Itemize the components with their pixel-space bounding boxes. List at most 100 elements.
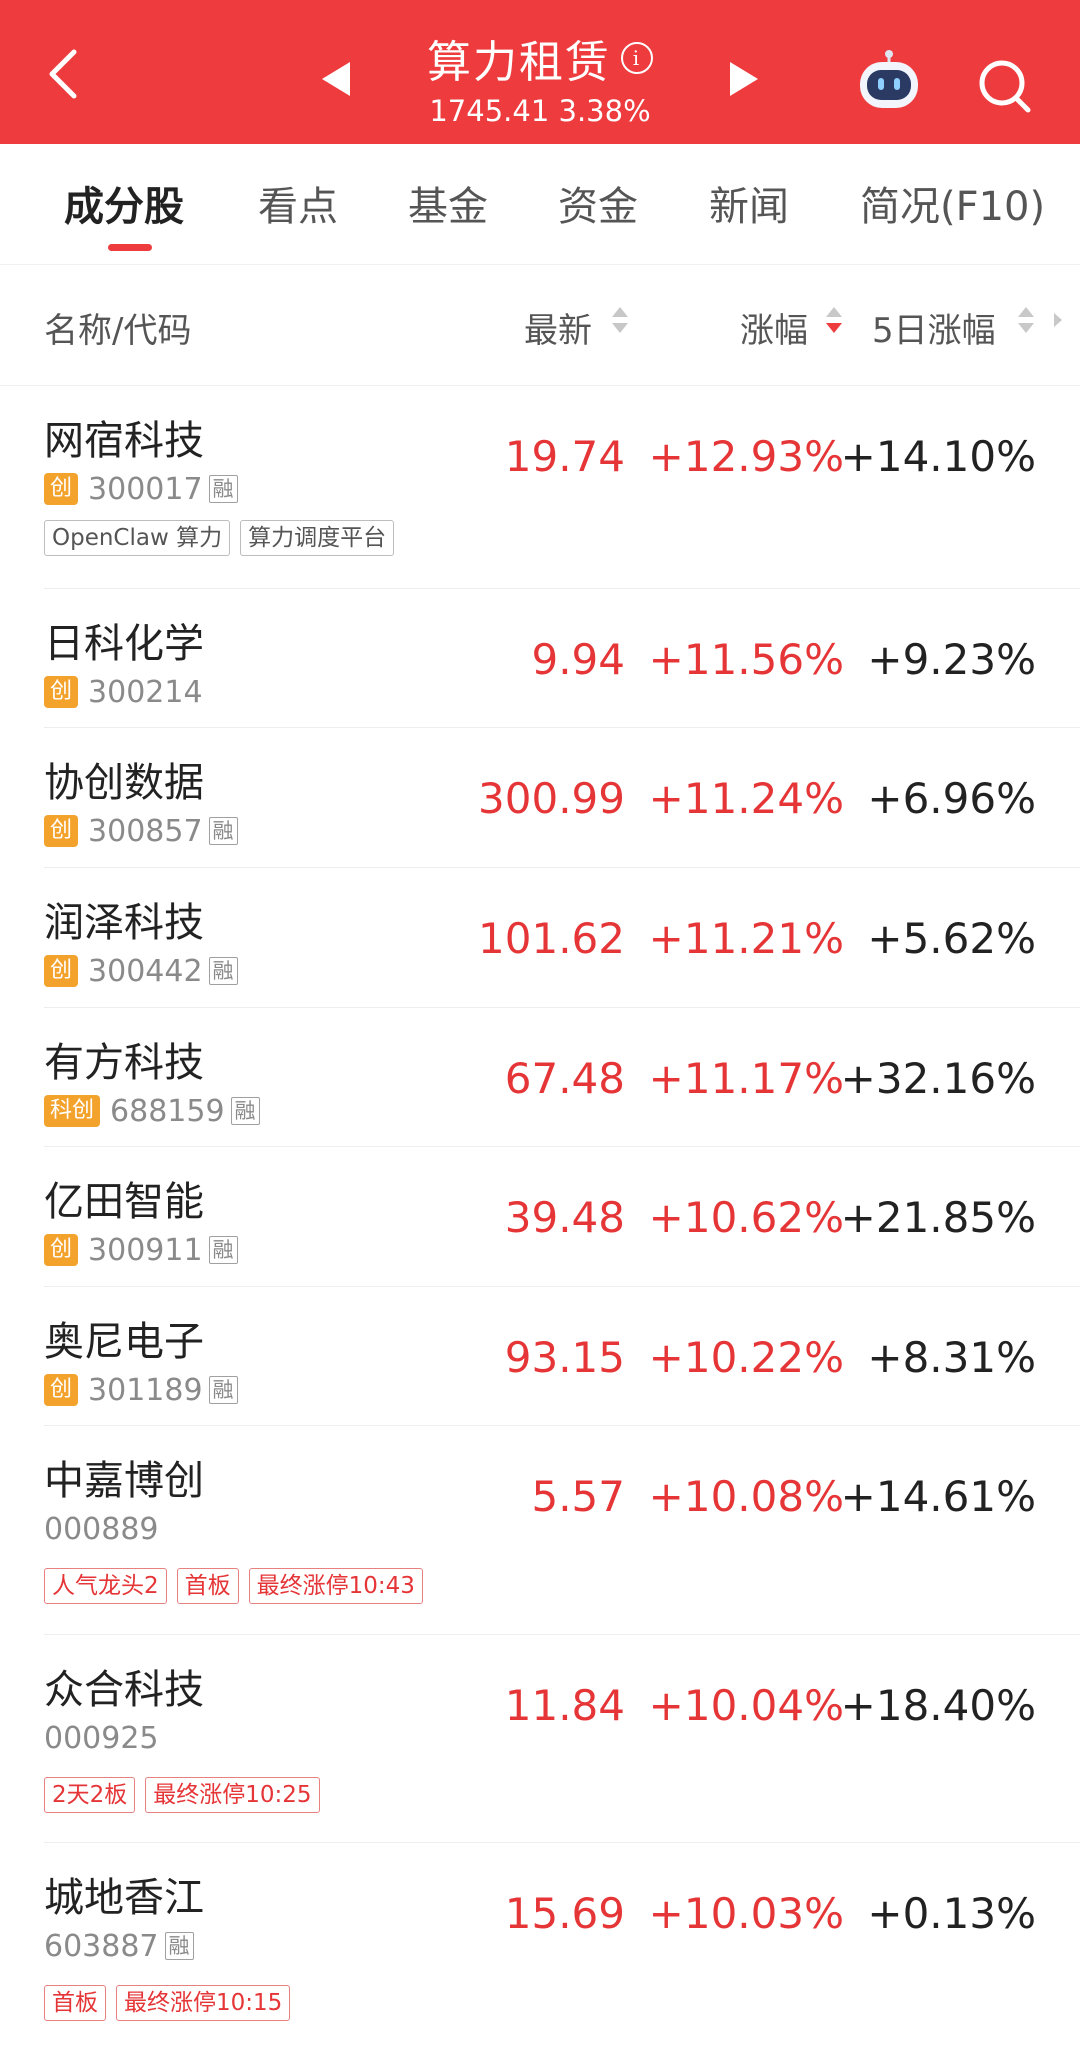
code-line: 科创 688159 融 <box>44 1094 260 1129</box>
stock-tag[interactable]: 2天2板 <box>44 1777 136 1813</box>
change-5d-pct: +21.85% <box>840 1193 1036 1242</box>
stock-row[interactable]: 协创数据创 300857 融 300.99 +11.24% +6.96% <box>0 728 1080 868</box>
stock-code: 300214 <box>88 674 203 710</box>
stock-tag[interactable]: 最终涨停10:25 <box>145 1777 320 1813</box>
last-price: 93.15 <box>504 1333 625 1382</box>
tag-list: 首板 最终涨停10:15 <box>44 1985 300 2021</box>
code-line: 创 300214 <box>44 674 203 710</box>
stock-name: 亿田智能 <box>44 1179 204 1225</box>
last-price: 101.62 <box>478 914 625 963</box>
stock-tag[interactable]: 首板 <box>176 1568 239 1604</box>
change-pct: +11.56% <box>648 635 844 684</box>
stock-code: 300911 <box>88 1232 203 1268</box>
active-tab-indicator <box>108 244 152 251</box>
margin-badge: 融 <box>208 957 238 985</box>
last-price: 9.94 <box>531 635 625 684</box>
change-pct: +10.08% <box>648 1472 844 1521</box>
code-line: 创 300857 融 <box>44 814 238 849</box>
col-change[interactable]: 涨幅 <box>740 303 808 352</box>
info-icon[interactable]: i <box>621 42 653 74</box>
search-icon[interactable] <box>976 56 1032 116</box>
code-line: 000925 <box>44 1721 159 1756</box>
tab-news[interactable]: 新闻 <box>709 174 789 232</box>
col-name-code: 名称/代码 <box>44 311 192 351</box>
last-price: 67.48 <box>504 1054 625 1103</box>
last-price: 300.99 <box>478 774 625 823</box>
stock-tag[interactable]: 最终涨停10:43 <box>248 1568 423 1604</box>
board-badge: 创 <box>44 676 79 708</box>
stock-row[interactable]: 有方科技 科创 688159 融 67.48 +11.17% +32.16% <box>0 1008 1080 1147</box>
stock-row[interactable]: 网宿科技创 300017 融 19.74 +12.93% +14.10% OpenClaw … <box>0 386 1080 589</box>
change-5d-pct: +0.13% <box>867 1889 1036 1938</box>
change-5d-pct: +8.31% <box>867 1333 1036 1382</box>
board-badge: 创 <box>44 815 79 847</box>
tab-constituents[interactable]: 成分股 <box>64 174 184 232</box>
stock-code: 603887 <box>44 1928 159 1964</box>
stock-name: 城地香江 <box>44 1875 204 1921</box>
next-sector-icon[interactable] <box>730 62 758 96</box>
change-pct: +10.04% <box>648 1681 844 1730</box>
stock-row[interactable]: 中嘉博创 000889 5.57 +10.08% +14.61% 人气龙头2 首板 最终涨停1… <box>0 1426 1080 1635</box>
margin-badge: 融 <box>230 1097 260 1125</box>
stock-tag[interactable]: 算力调度平台 <box>240 520 395 556</box>
board-badge: 科创 <box>44 1095 101 1127</box>
board-badge: 创 <box>44 955 79 987</box>
last-price: 39.48 <box>504 1193 625 1242</box>
code-line: 创 301189 融 <box>44 1372 238 1408</box>
stock-row[interactable]: 日科化学创 300214 9.94 +11.56% +9.23% <box>0 589 1080 728</box>
stock-tag[interactable]: OpenClaw 算力 <box>44 520 231 556</box>
stock-list: 网宿科技创 300017 融 19.74 +12.93% +14.10% OpenClaw … <box>0 386 1080 2057</box>
stock-name: 有方科技 <box>44 1040 204 1086</box>
stock-name: 日科化学 <box>44 621 204 667</box>
tab-highlights[interactable]: 看点 <box>258 174 338 232</box>
change-sort-icon[interactable] <box>826 303 842 339</box>
more-columns-icon[interactable] <box>1054 313 1062 327</box>
code-line: 创 300017 融 <box>44 471 238 507</box>
code-line: 000889 <box>44 1511 159 1547</box>
stock-row[interactable]: 润泽科技创 300442 融 101.62 +11.21% +5.62% <box>0 868 1080 1008</box>
tab-capital[interactable]: 资金 <box>558 174 638 232</box>
change-pct: +10.22% <box>648 1333 844 1382</box>
tab-funds[interactable]: 基金 <box>408 174 488 232</box>
stock-tag[interactable]: 人气龙头2 <box>44 1568 167 1604</box>
board-badge: 创 <box>44 1234 79 1266</box>
board-badge: 创 <box>44 1374 79 1406</box>
col-change-5d[interactable]: 5日涨幅 <box>872 303 996 352</box>
margin-badge: 融 <box>208 817 238 845</box>
stock-row[interactable]: 亿田智能创 300911 融 39.48 +10.62% +21.85% <box>0 1147 1080 1287</box>
last-price: 19.74 <box>504 432 625 481</box>
stock-name: 润泽科技 <box>44 900 204 946</box>
change5d-sort-icon[interactable] <box>1018 303 1034 339</box>
top-bar: 算力租赁 i 1745.41 3.38% <box>0 0 1080 144</box>
price-sort-icon[interactable] <box>612 303 628 339</box>
page-title: 算力租赁 i <box>427 26 653 90</box>
board-badge: 创 <box>44 473 79 505</box>
stock-tag[interactable]: 最终涨停10:15 <box>116 1985 291 2021</box>
stock-name: 协创数据 <box>44 760 204 806</box>
stock-row[interactable]: 众合科技 000925 11.84 +10.04% +18.40% 2天2板 最终涨停10:… <box>0 1635 1080 1843</box>
col-price[interactable]: 最新 <box>524 303 592 352</box>
code-line: 创 300911 融 <box>44 1232 238 1268</box>
stock-tag[interactable]: 首板 <box>44 1985 106 2021</box>
change-pct: +11.24% <box>648 774 844 823</box>
change-pct: +11.21% <box>648 914 844 963</box>
stock-code: 300017 <box>88 471 203 507</box>
stock-code: 000889 <box>44 1511 159 1547</box>
stock-row[interactable]: 奥尼电子创 301189 融 93.15 +10.22% +8.31% <box>0 1287 1080 1426</box>
margin-badge: 融 <box>208 475 238 503</box>
change-pct: +10.62% <box>648 1193 844 1242</box>
tab-f10[interactable]: 简况(F10) <box>860 174 1045 232</box>
tag-list: OpenClaw 算力 算力调度平台 <box>44 520 404 556</box>
change-pct: +10.03% <box>648 1889 844 1938</box>
stock-row[interactable]: 城地香江 603887 融 15.69 +10.03% +0.13% 首板 最终涨停10:15 <box>0 1843 1080 2057</box>
stock-name: 奥尼电子 <box>44 1319 204 1365</box>
tag-list: 人气龙头2 首板 最终涨停10:43 <box>44 1568 433 1604</box>
change-pct: +12.93% <box>648 432 844 481</box>
tag-list: 2天2板 最终涨停10:25 <box>44 1777 330 1813</box>
stock-code: 301189 <box>88 1372 203 1408</box>
last-price: 15.69 <box>504 1889 625 1938</box>
robot-assistant-icon[interactable] <box>854 50 924 114</box>
sector-name: 算力租赁 <box>427 37 611 88</box>
change-5d-pct: +9.23% <box>867 635 1036 684</box>
change-5d-pct: +6.96% <box>867 774 1036 823</box>
